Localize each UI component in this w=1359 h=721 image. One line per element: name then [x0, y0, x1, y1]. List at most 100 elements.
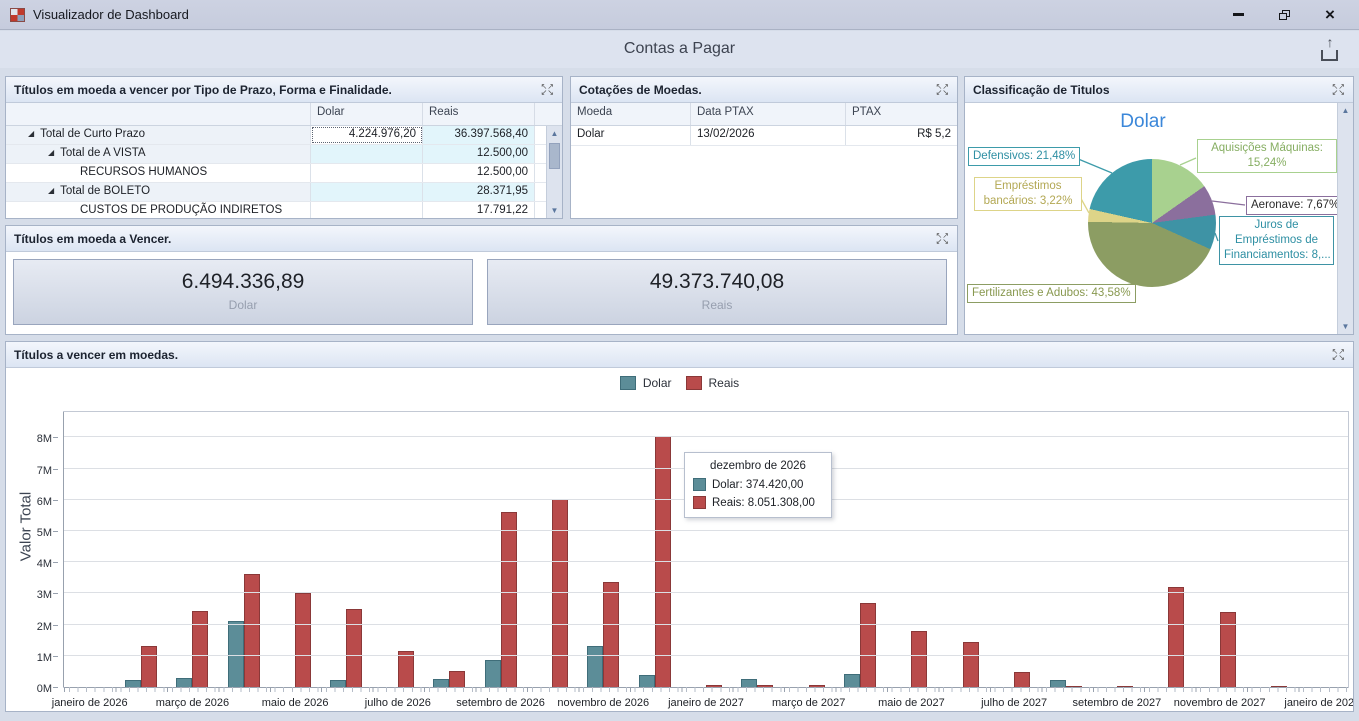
- scroll-up-icon[interactable]: ▲: [1338, 103, 1353, 118]
- tree-node-label[interactable]: RECURSOS HUMANOS: [6, 164, 311, 182]
- bar-reais[interactable]: [398, 651, 414, 687]
- scroll-down-icon[interactable]: ▼: [1338, 319, 1353, 334]
- export-button[interactable]: ↑: [1317, 37, 1343, 63]
- bar-reais[interactable]: [860, 603, 876, 687]
- legend-item-reais[interactable]: Reais: [686, 376, 740, 390]
- bar-reais[interactable]: [1168, 587, 1184, 687]
- tree-node-label[interactable]: CUSTOS DE PRODUÇÃO INDIRETOS: [6, 202, 311, 218]
- bar-dolar[interactable]: [330, 680, 346, 687]
- bar-reais[interactable]: [757, 685, 773, 687]
- month-group: [1245, 412, 1296, 687]
- bar-reais[interactable]: [346, 609, 362, 687]
- x-axis-label: maio de 2026: [262, 697, 329, 709]
- bar-dolar[interactable]: [741, 679, 757, 687]
- scroll-up-icon[interactable]: ▲: [547, 126, 562, 141]
- bar-reais[interactable]: [1066, 686, 1082, 687]
- panel-totals: Títulos em moeda a Vencer. ↖↗↙↘ 6.494.33…: [5, 225, 958, 335]
- table-row[interactable]: CUSTOS DE PRODUÇÃO INDIRETOS 17.791,22: [6, 202, 562, 218]
- quotes-col-moeda[interactable]: Moeda: [571, 103, 691, 125]
- expander-icon[interactable]: ◢: [28, 129, 34, 138]
- cell-reais[interactable]: 12.500,00: [423, 164, 535, 182]
- tree-node-label[interactable]: ◢Total de Curto Prazo: [6, 126, 311, 144]
- bar-dolar[interactable]: [176, 678, 192, 687]
- bar-reais[interactable]: [295, 593, 311, 687]
- bar-dolar[interactable]: [485, 660, 501, 687]
- bar-reais[interactable]: [1014, 672, 1030, 687]
- bar-reais[interactable]: [1117, 686, 1133, 687]
- x-axis-label: maio de 2027: [878, 697, 945, 709]
- bar-reais[interactable]: [1271, 686, 1287, 687]
- table-row[interactable]: RECURSOS HUMANOS 12.500,00: [6, 164, 562, 183]
- legend-item-dolar[interactable]: Dolar: [620, 376, 672, 390]
- bar-dolar[interactable]: [433, 679, 449, 687]
- restore-button[interactable]: [1273, 5, 1295, 25]
- cell-dataptax[interactable]: 13/02/2026: [691, 126, 846, 145]
- cell-dolar[interactable]: [311, 183, 423, 201]
- tree-col-reais[interactable]: Reais: [423, 103, 535, 125]
- cell-dolar[interactable]: [311, 164, 423, 182]
- panel-quotes-title: Cotações de Moedas.: [579, 83, 702, 97]
- quotes-col-ptax[interactable]: PTAX: [846, 103, 957, 125]
- kpi-card-dolar: 6.494.336,89Dolar: [13, 259, 473, 325]
- bar-reais[interactable]: [244, 574, 260, 687]
- panel-bars-title: Títulos a vencer em moedas.: [14, 348, 178, 362]
- table-row[interactable]: Dolar13/02/2026R$ 5,2: [571, 126, 957, 146]
- pie-scrollbar[interactable]: ▲ ▼: [1337, 103, 1353, 334]
- maximize-panel-icon[interactable]: ↖↗↙↘: [1332, 84, 1345, 96]
- bar-dolar[interactable]: [1050, 680, 1066, 687]
- tree-scrollbar[interactable]: ▲ ▼: [546, 126, 562, 218]
- tree-col-name[interactable]: [6, 103, 311, 125]
- bar-dolar[interactable]: [639, 675, 655, 687]
- cell-dolar[interactable]: 4.224.976,20: [311, 126, 423, 144]
- scroll-thumb[interactable]: [549, 143, 560, 169]
- bar-reais[interactable]: [141, 646, 157, 687]
- maximize-panel-icon[interactable]: ↖↗↙↘: [1332, 349, 1345, 361]
- cell-dolar[interactable]: [311, 202, 423, 218]
- panel-classification: Classificação de Titulos ↖↗↙↘ Dolar Aqui…: [964, 76, 1354, 335]
- table-row[interactable]: ◢Total de Curto Prazo4.224.976,2036.397.…: [6, 126, 562, 145]
- bar-reais[interactable]: [963, 642, 979, 687]
- chart-legend: Dolar Reais: [6, 376, 1353, 390]
- cell-moeda[interactable]: Dolar: [571, 126, 691, 145]
- page-title: Contas a Pagar: [0, 40, 1359, 58]
- cell-reais[interactable]: 36.397.568,40: [423, 126, 535, 144]
- month-group: março de 2026: [167, 412, 218, 687]
- app-icon: [10, 8, 25, 22]
- bar-dolar[interactable]: [844, 674, 860, 687]
- cell-ptax[interactable]: R$ 5,2: [846, 126, 957, 145]
- table-row[interactable]: ◢Total de BOLETO 28.371,95: [6, 183, 562, 202]
- bar-dolar[interactable]: [125, 680, 141, 687]
- table-row[interactable]: ◢Total de A VISTA 12.500,00: [6, 145, 562, 164]
- bar-reais[interactable]: [911, 631, 927, 687]
- bar-reais[interactable]: [192, 611, 208, 687]
- pie-chart[interactable]: [1088, 159, 1216, 287]
- bar-reais[interactable]: [449, 671, 465, 687]
- cell-dolar[interactable]: [311, 145, 423, 163]
- scroll-down-icon[interactable]: ▼: [547, 203, 562, 218]
- tree-col-dolar[interactable]: Dolar: [311, 103, 423, 125]
- tree-node-label[interactable]: ◢Total de A VISTA: [6, 145, 311, 163]
- bar-dolar[interactable]: [587, 646, 603, 687]
- close-button[interactable]: ×: [1319, 5, 1341, 25]
- month-group: [834, 412, 885, 687]
- expander-icon[interactable]: ◢: [48, 148, 54, 157]
- bar-reais[interactable]: [501, 512, 517, 687]
- cell-reais[interactable]: 28.371,95: [423, 183, 535, 201]
- bar-reais[interactable]: [603, 582, 619, 687]
- quotes-col-dataptax[interactable]: Data PTAX: [691, 103, 846, 125]
- maximize-panel-icon[interactable]: ↖↗↙↘: [936, 84, 949, 96]
- maximize-panel-icon[interactable]: ↖↗↙↘: [541, 84, 554, 96]
- bar-reais[interactable]: [809, 685, 825, 687]
- cell-reais[interactable]: 17.791,22: [423, 202, 535, 218]
- tree-node-label[interactable]: ◢Total de BOLETO: [6, 183, 311, 201]
- bar-reais[interactable]: [706, 685, 722, 687]
- month-group: maio de 2027: [886, 412, 937, 687]
- x-axis-label: janeiro de 2026: [52, 697, 128, 709]
- minimize-button[interactable]: [1227, 5, 1249, 25]
- kpi-value: 6.494.336,89: [14, 270, 472, 294]
- expander-icon[interactable]: ◢: [48, 186, 54, 195]
- minimize-icon: [1233, 13, 1244, 16]
- cell-reais[interactable]: 12.500,00: [423, 145, 535, 163]
- x-axis-label: setembro de 2027: [1073, 697, 1162, 709]
- maximize-panel-icon[interactable]: ↖↗↙↘: [936, 233, 949, 245]
